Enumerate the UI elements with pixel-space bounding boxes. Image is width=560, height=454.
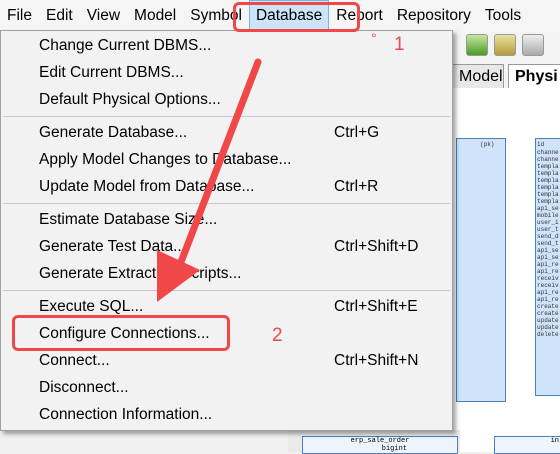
annotation-arrow bbox=[157, 58, 262, 302]
